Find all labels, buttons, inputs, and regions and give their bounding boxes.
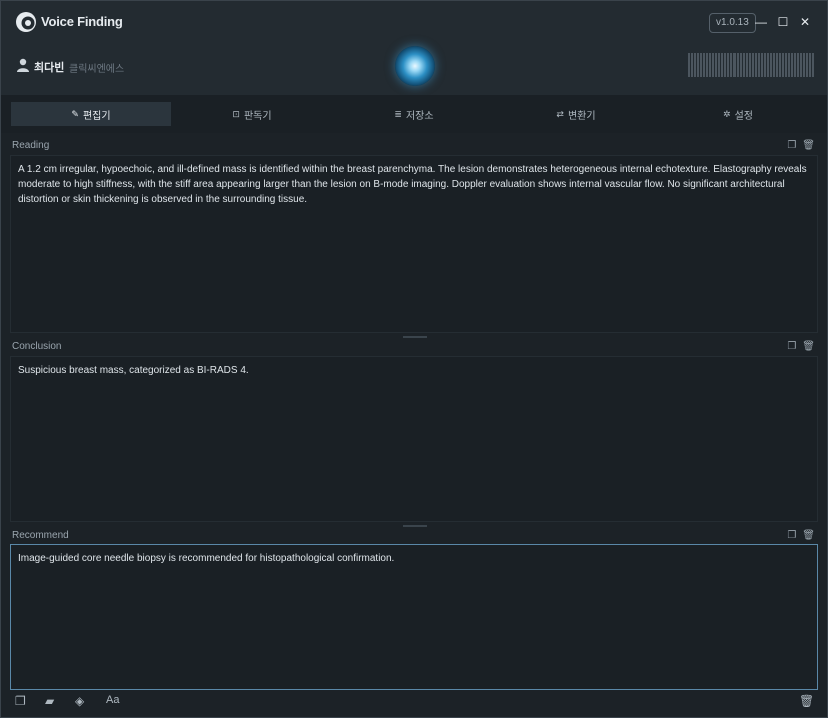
tab-bar: ✎ 편집기 ⊡ 판독기 ≣ 저장소 ⇄ 변환기 ✲ 설정 — [1, 95, 827, 133]
tab-label: 편집기 — [82, 110, 111, 122]
trash-icon[interactable]: 🗑 — [799, 694, 814, 708]
exchange-icon: ⇄ — [556, 108, 564, 119]
organization-name: 클릭씨엔에스 — [69, 64, 125, 75]
waveform-bar — [712, 53, 715, 77]
tab-label: 판독기 — [243, 110, 272, 122]
waveform-bar — [794, 53, 797, 77]
user-icon — [17, 58, 29, 72]
edit-icon: ✎ — [71, 108, 79, 119]
waveform-bar — [800, 53, 803, 77]
recommend-label: Recommend — [12, 530, 69, 541]
user-row: 최다빈 클릭씨엔에스 — [1, 45, 827, 95]
waveform-bar — [781, 53, 784, 77]
copy-icon[interactable]: ❐ — [787, 530, 796, 541]
waveform-bar — [797, 53, 800, 77]
trash-icon[interactable]: 🗑 — [802, 341, 815, 352]
audio-waveform — [688, 53, 815, 77]
waveform-bar — [742, 53, 745, 77]
version-badge: v1.0.13 — [709, 13, 756, 33]
waveform-bar — [766, 53, 769, 77]
waveform-bar — [706, 53, 709, 77]
voice-record-button[interactable] — [395, 46, 435, 86]
database-icon: ≣ — [394, 108, 402, 119]
conclusion-label: Conclusion — [12, 341, 62, 352]
waveform-bar — [736, 53, 739, 77]
close-button[interactable]: ✕ — [797, 13, 813, 31]
gear-icon: ✲ — [723, 108, 731, 119]
waveform-bar — [715, 53, 718, 77]
tab-label: 변환기 — [567, 110, 596, 122]
waveform-bar — [778, 53, 781, 77]
reading-label: Reading — [12, 140, 50, 151]
waveform-bar — [803, 53, 806, 77]
waveform-bar — [772, 53, 775, 77]
waveform-bar — [745, 53, 748, 77]
waveform-bar — [691, 53, 694, 77]
waveform-bar — [751, 53, 754, 77]
recommend-tools: ❐ 🗑 — [787, 530, 815, 541]
waveform-bar — [760, 53, 763, 77]
waveform-bar — [806, 53, 809, 77]
app-logo-icon — [16, 12, 36, 32]
conclusion-tools: ❐ 🗑 — [787, 341, 815, 352]
waveform-bar — [769, 53, 772, 77]
waveform-bar — [812, 53, 815, 77]
title-bar: Voice Finding v1.0.13 — ☐ ✕ — [1, 1, 827, 45]
waveform-bar — [748, 53, 751, 77]
copy-all-icon[interactable]: ❐ — [15, 694, 26, 708]
waveform-bar — [688, 53, 691, 77]
layers-icon[interactable]: ◈ — [75, 694, 84, 708]
tab-storage[interactable]: ≣ 저장소 — [334, 102, 494, 126]
waveform-bar — [709, 53, 712, 77]
copy-icon[interactable]: ❐ — [787, 140, 796, 151]
tab-editor[interactable]: ✎ 편집기 — [11, 102, 171, 126]
waveform-bar — [785, 53, 788, 77]
waveform-bar — [727, 53, 730, 77]
reading-textarea[interactable]: A 1.2 cm irregular, hypoechoic, and ill-… — [10, 155, 818, 333]
waveform-bar — [809, 53, 812, 77]
waveform-bar — [703, 53, 706, 77]
resize-handle[interactable] — [403, 525, 427, 527]
scan-icon: ⊡ — [232, 108, 240, 119]
maximize-button[interactable]: ☐ — [775, 13, 791, 31]
waveform-bar — [757, 53, 760, 77]
waveform-bar — [697, 53, 700, 77]
user-name: 최다빈 — [34, 62, 65, 74]
tab-label: 설정 — [734, 110, 753, 122]
app-window: Voice Finding v1.0.13 — ☐ ✕ 최다빈 클릭씨엔에스 ✎… — [0, 0, 828, 718]
trash-icon[interactable]: 🗑 — [802, 140, 815, 151]
trash-icon[interactable]: 🗑 — [802, 530, 815, 541]
conclusion-textarea[interactable]: Suspicious breast mass, categorized as B… — [10, 356, 818, 522]
tab-converter[interactable]: ⇄ 변환기 — [496, 102, 656, 126]
waveform-bar — [754, 53, 757, 77]
waveform-bar — [721, 53, 724, 77]
waveform-bar — [733, 53, 736, 77]
comment-icon[interactable]: ▰ — [45, 694, 54, 708]
copy-icon[interactable]: ❐ — [787, 341, 796, 352]
app-title: Voice Finding — [41, 14, 123, 29]
waveform-bar — [694, 53, 697, 77]
reading-tools: ❐ 🗑 — [787, 140, 815, 151]
bottom-toolbar: ❐ ▰ ◈ Aa 🗑 — [1, 689, 827, 717]
tab-settings[interactable]: ✲ 설정 — [658, 102, 818, 126]
waveform-bar — [763, 53, 766, 77]
tab-reader[interactable]: ⊡ 판독기 — [172, 102, 332, 126]
waveform-bar — [739, 53, 742, 77]
recommend-textarea[interactable]: Image-guided core needle biopsy is recom… — [10, 544, 818, 690]
waveform-bar — [730, 53, 733, 77]
font-size-icon[interactable]: Aa — [106, 694, 119, 706]
waveform-bar — [700, 53, 703, 77]
waveform-bar — [791, 53, 794, 77]
resize-handle[interactable] — [403, 336, 427, 338]
waveform-bar — [775, 53, 778, 77]
waveform-bar — [718, 53, 721, 77]
waveform-bar — [724, 53, 727, 77]
tab-label: 저장소 — [405, 110, 434, 122]
waveform-bar — [788, 53, 791, 77]
minimize-button[interactable]: — — [753, 13, 769, 31]
